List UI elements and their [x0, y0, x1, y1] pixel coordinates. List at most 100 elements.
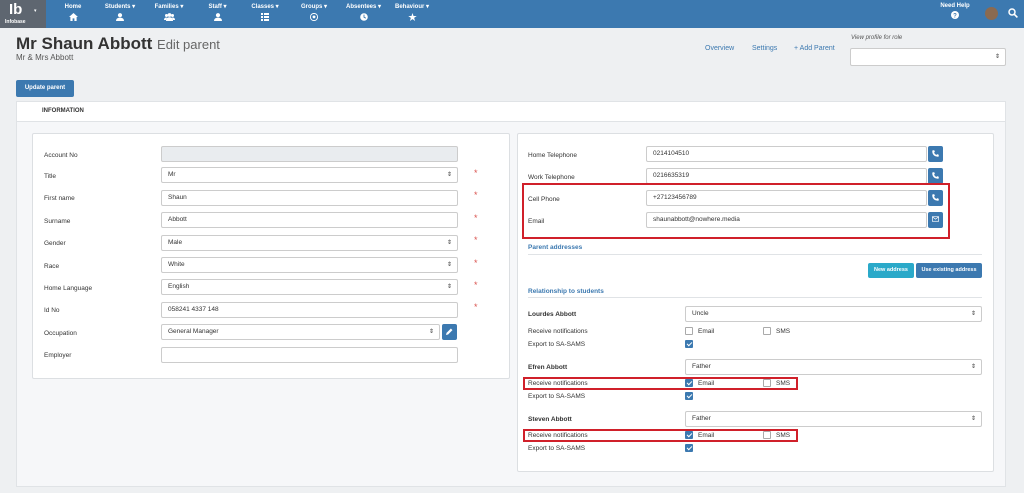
page-action: Edit parent: [157, 37, 220, 52]
use-existing-address-button[interactable]: Use existing address: [916, 263, 982, 278]
app-logo[interactable]: Ib Infobase ▾: [0, 0, 46, 28]
user-icon: [116, 13, 124, 21]
call-work-button[interactable]: [928, 168, 943, 184]
select-arrows-icon: ⇕: [970, 416, 976, 422]
parent-name: Mr Shaun Abbott: [16, 34, 153, 53]
home-telephone-input[interactable]: 0214104510: [646, 146, 927, 162]
highlight-notifications: [523, 377, 798, 390]
employer-input[interactable]: [161, 347, 458, 363]
nav-classes-label: Classes ▾: [251, 4, 279, 10]
required-marker: *: [474, 235, 478, 245]
sms-option-label: SMS: [776, 328, 791, 335]
logo-subtext: Infobase: [5, 19, 26, 25]
occupation-label: Occupation: [44, 330, 77, 337]
id-no-input[interactable]: 058241 4337 148: [161, 302, 458, 318]
work-telephone-input[interactable]: 0216635319: [646, 168, 927, 184]
nav-absentees-label: Absentees ▾: [345, 4, 382, 10]
export-label: Export to SA-SAMS: [528, 341, 586, 348]
highlight-notifications: [523, 429, 798, 442]
required-marker: *: [474, 168, 478, 178]
select-arrows-icon: ⇕: [446, 172, 452, 178]
role-select[interactable]: ⇕: [850, 48, 1006, 66]
nav-home[interactable]: Home: [62, 3, 84, 21]
race-select[interactable]: White ⇕: [161, 257, 458, 273]
nav-students-label: Students ▾: [104, 4, 136, 10]
work-telephone-label: Work Telephone: [528, 174, 575, 181]
personal-details-box: Account No Title Mr ⇕ * First name Shaun…: [32, 133, 510, 379]
logo-text: Ib: [9, 1, 23, 18]
top-navbar: Ib Infobase ▾ Home Students ▾ Families ▾…: [0, 0, 1024, 28]
id-no-label: Id No: [44, 307, 60, 314]
edit-occupation-button[interactable]: [442, 324, 457, 340]
export-checkbox[interactable]: [685, 392, 693, 400]
avatar[interactable]: [985, 7, 998, 20]
relation-select[interactable]: Father ⇕: [685, 411, 982, 427]
svg-text:?: ?: [953, 13, 957, 19]
question-circle-icon: ?: [951, 11, 959, 19]
users-icon: [163, 13, 175, 21]
star-icon: [407, 13, 417, 21]
nav-need-help[interactable]: Need Help ?: [931, 3, 979, 19]
select-arrows-icon: ⇕: [446, 284, 452, 290]
relationship-heading: Relationship to students: [528, 288, 604, 295]
home-icon: [68, 13, 78, 21]
race-value: White: [168, 261, 185, 268]
title-value: Mr: [168, 171, 176, 178]
call-home-button[interactable]: [928, 146, 943, 162]
new-address-button[interactable]: New address: [868, 263, 914, 278]
select-arrows-icon: ⇕: [994, 54, 1000, 60]
nav-absentees[interactable]: Absentees ▾: [341, 3, 386, 21]
select-arrows-icon: ⇕: [970, 364, 976, 370]
gender-select[interactable]: Male ⇕: [161, 235, 458, 251]
relation-select[interactable]: Father ⇕: [685, 359, 982, 375]
phone-icon: [932, 172, 939, 179]
first-name-label: First name: [44, 195, 75, 202]
pencil-icon: [446, 328, 453, 335]
nav-students[interactable]: Students ▾: [101, 3, 139, 21]
add-parent-link[interactable]: + Add Parent: [794, 45, 835, 52]
nav-groups[interactable]: Groups ▾: [297, 3, 331, 21]
nav-groups-label: Groups ▾: [300, 4, 327, 10]
email-checkbox[interactable]: [685, 327, 693, 335]
nav-staff[interactable]: Staff ▾: [204, 3, 231, 21]
required-marker: *: [474, 302, 478, 312]
grid-icon: [261, 13, 269, 21]
required-marker: *: [474, 280, 478, 290]
page-title: Mr Shaun Abbott Edit parent: [16, 34, 220, 54]
select-arrows-icon: ⇕: [446, 262, 452, 268]
gender-value: Male: [168, 239, 183, 246]
relation-select[interactable]: Uncle ⇕: [685, 306, 982, 322]
update-parent-button[interactable]: Update parent: [16, 80, 74, 97]
required-marker: *: [474, 258, 478, 268]
page-subtitle: Mr & Mrs Abbott: [16, 53, 74, 62]
settings-link[interactable]: Settings: [752, 45, 777, 52]
soccer-ball-icon: [310, 13, 318, 21]
nav-home-label: Home: [64, 4, 82, 10]
export-checkbox[interactable]: [685, 444, 693, 452]
home-language-select[interactable]: English ⇕: [161, 279, 458, 295]
phone-icon: [932, 150, 939, 157]
select-arrows-icon: ⇕: [428, 329, 434, 335]
nav-behaviour[interactable]: Behaviour ▾: [392, 3, 432, 21]
surname-input[interactable]: Abbott: [161, 212, 458, 228]
user-icon: [213, 13, 222, 21]
information-panel: INFORMATION Account No Title Mr ⇕ * Firs…: [16, 101, 1006, 487]
required-marker: *: [474, 190, 478, 200]
email-option-label: Email: [698, 328, 715, 335]
title-select[interactable]: Mr ⇕: [161, 167, 458, 183]
overview-link[interactable]: Overview: [705, 45, 734, 52]
export-label: Export to SA-SAMS: [528, 445, 586, 452]
student-name: Steven Abbott: [528, 416, 572, 423]
search-icon[interactable]: [1008, 8, 1018, 18]
role-label: View profile for role: [851, 35, 903, 41]
occupation-select[interactable]: General Manager ⇕: [161, 324, 440, 340]
caret-down-icon: ▾: [34, 8, 37, 14]
export-checkbox[interactable]: [685, 340, 693, 348]
first-name-input[interactable]: Shaun: [161, 190, 458, 206]
nav-families[interactable]: Families ▾: [150, 3, 188, 21]
surname-label: Surname: [44, 218, 71, 225]
nav-classes[interactable]: Classes ▾: [247, 3, 283, 21]
nav-staff-label: Staff ▾: [208, 4, 227, 10]
race-label: Race: [44, 263, 60, 270]
sms-checkbox[interactable]: [763, 327, 771, 335]
